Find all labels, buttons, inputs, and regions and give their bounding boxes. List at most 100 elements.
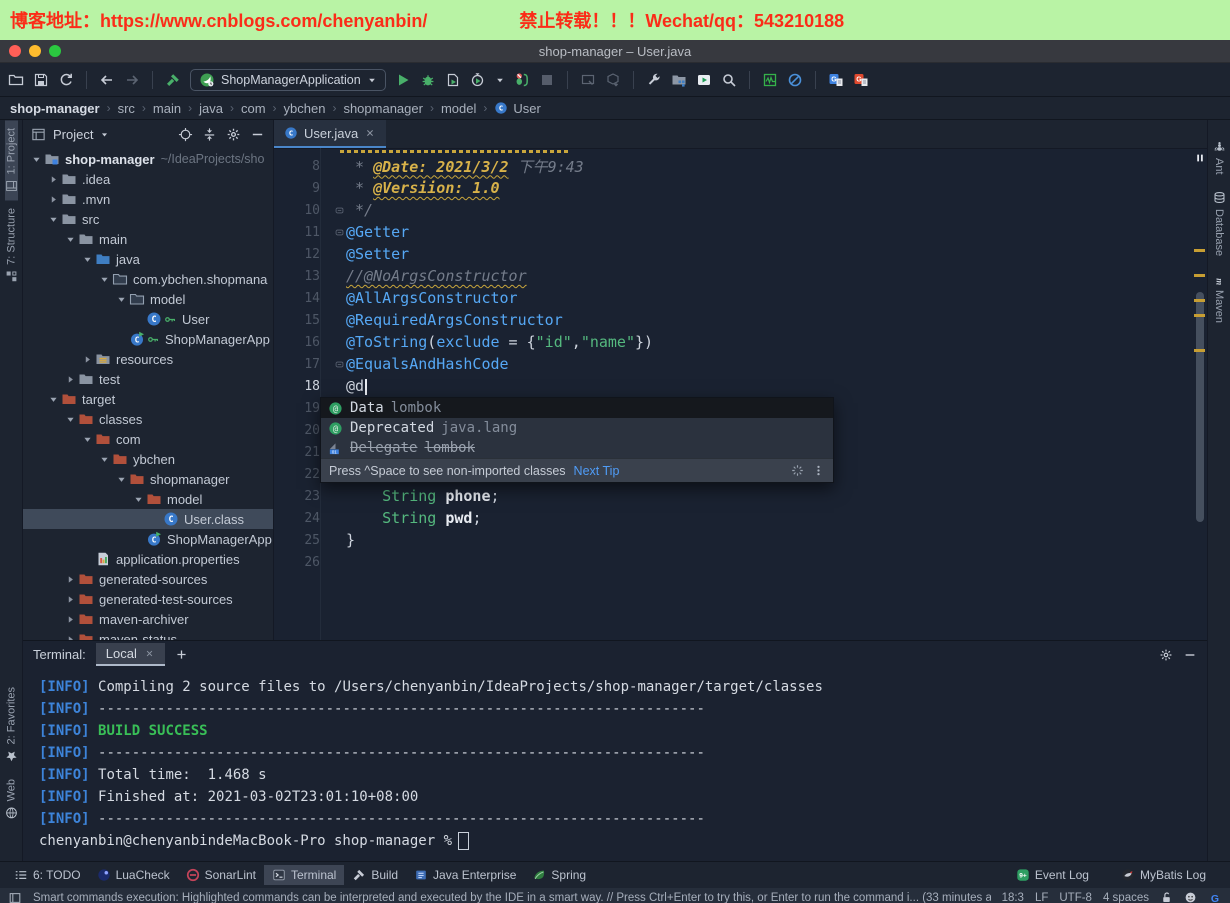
breadcrumb-item-main[interactable]: main	[153, 101, 181, 116]
toolwindow-button-java-enterprise[interactable]: Java Enterprise	[406, 865, 524, 885]
tree-item[interactable]: src	[23, 209, 273, 229]
inspections-paused-icon[interactable]	[1194, 151, 1206, 169]
prohibit-icon[interactable]	[787, 72, 803, 88]
arrow-open-icon[interactable]	[116, 474, 127, 485]
fold-icon[interactable]	[334, 227, 345, 238]
translate-red-icon[interactable]: G	[853, 72, 869, 88]
arrow-closed-icon[interactable]	[65, 574, 76, 585]
toolwindow-button-luacheck[interactable]: LuaCheck	[89, 865, 178, 885]
warning-stripe-mark[interactable]	[1194, 349, 1205, 352]
tree-item[interactable]: java	[23, 249, 273, 269]
gear-icon[interactable]	[1159, 648, 1173, 662]
tree-item[interactable]: CUser.class	[23, 509, 273, 529]
toolwindow-button-maven[interactable]: mMaven	[1213, 264, 1226, 331]
tree-item[interactable]: maven-status	[23, 629, 273, 640]
translate-blue-icon[interactable]: G	[828, 72, 844, 88]
tree-item[interactable]: target	[23, 389, 273, 409]
run-icon[interactable]	[395, 72, 411, 88]
close-icon[interactable]	[144, 648, 155, 659]
warning-stripe-mark[interactable]	[1194, 299, 1205, 302]
attach-profiler-icon[interactable]	[514, 72, 530, 88]
grazie-face-icon[interactable]	[1184, 891, 1197, 903]
google-icon[interactable]: G	[1208, 891, 1222, 903]
minimize-icon[interactable]	[1183, 648, 1197, 662]
status-field[interactable]: 18:3	[1002, 892, 1024, 903]
toolwindow-button-sonarlint[interactable]: SonarLint	[178, 865, 264, 885]
tree-item[interactable]: CUser	[23, 309, 273, 329]
tree-item[interactable]: .idea	[23, 169, 273, 189]
toolwindow-button-web[interactable]: Web	[5, 771, 18, 827]
arrow-open-icon[interactable]	[48, 214, 59, 225]
completion-item-delegate[interactable]: 01Delegatelombok	[321, 438, 833, 458]
kebab-menu-icon[interactable]	[812, 464, 825, 477]
next-tip-link[interactable]: Next Tip	[574, 464, 620, 478]
breadcrumb-item-shop-manager[interactable]: shop-manager	[10, 101, 100, 116]
profiler-icon[interactable]	[470, 72, 486, 88]
lock-open-icon[interactable]	[1160, 891, 1173, 903]
fold-icon[interactable]	[334, 205, 345, 216]
tree-item[interactable]: generated-test-sources	[23, 589, 273, 609]
tree-item[interactable]: CShopManagerApp	[23, 529, 273, 549]
arrow-open-icon[interactable]	[31, 154, 42, 165]
debug-icon[interactable]	[420, 72, 436, 88]
gear-icon[interactable]	[226, 127, 241, 142]
arrow-closed-icon[interactable]	[65, 374, 76, 385]
tree-item[interactable]: shopmanager	[23, 469, 273, 489]
arrow-closed-icon[interactable]	[65, 594, 76, 605]
tree-item[interactable]: model	[23, 289, 273, 309]
breadcrumb-item-model[interactable]: model	[441, 101, 476, 116]
code-area[interactable]: 8 * @Date: 2021/3/2 下午9:439 * @Versiion:…	[274, 148, 1193, 640]
arrow-closed-icon[interactable]	[48, 194, 59, 205]
chevron-down-icon[interactable]	[100, 130, 109, 139]
monitor-icon[interactable]	[762, 72, 778, 88]
tree-item[interactable]: test	[23, 369, 273, 389]
screenshot-icon[interactable]	[580, 72, 596, 88]
tab-user-java[interactable]: C User.java	[274, 120, 386, 148]
kebab-icon[interactable]	[812, 464, 825, 477]
arrow-open-icon[interactable]	[82, 254, 93, 265]
arrow-open-icon[interactable]	[133, 494, 144, 505]
caret-down-icon[interactable]	[495, 75, 505, 85]
toolwindow-button-spring[interactable]: Spring	[524, 865, 594, 885]
toggle-panels-icon[interactable]	[8, 891, 22, 903]
toolwindow-button--project[interactable]: 1: Project	[5, 120, 18, 200]
hide-panel-icon[interactable]	[250, 127, 265, 142]
forward-arrow-icon[interactable]	[124, 72, 140, 88]
editor-scrollbar-thumb[interactable]	[1196, 292, 1204, 522]
terminal-prompt[interactable]: chenyanbin@chenyanbindeMacBook-Pro shop-…	[39, 830, 1191, 852]
editor[interactable]: C User.java 8 * @Date: 2021/3/2 下午9:439 …	[274, 120, 1207, 640]
wrench-icon[interactable]	[646, 72, 662, 88]
completion-item-data[interactable]: @Datalombok	[321, 398, 833, 418]
completion-item-deprecated[interactable]: @Deprecatedjava.lang	[321, 418, 833, 438]
tree-item[interactable]: model	[23, 489, 273, 509]
terminal-tab-local[interactable]: Local	[96, 643, 165, 666]
status-field[interactable]: UTF-8	[1059, 892, 1092, 903]
tree-item[interactable]: main	[23, 229, 273, 249]
toolwindow-button-ant[interactable]: Ant	[1213, 132, 1226, 183]
arrow-closed-icon[interactable]	[48, 174, 59, 185]
arrow-open-icon[interactable]	[99, 454, 110, 465]
google-icon[interactable]: G	[1208, 891, 1222, 903]
arrow-open-icon[interactable]	[99, 274, 110, 285]
tree-item[interactable]: generated-sources	[23, 569, 273, 589]
arrow-closed-icon[interactable]	[82, 354, 93, 365]
back-arrow-icon[interactable]	[99, 72, 115, 88]
tree-item[interactable]: classes	[23, 409, 273, 429]
open-folder-icon[interactable]	[8, 72, 24, 88]
collapse-all-icon[interactable]	[202, 127, 217, 142]
toolwindow-button-terminal[interactable]: Terminal	[264, 865, 344, 885]
run-anything-icon[interactable]	[696, 72, 712, 88]
toolwindow-button-build[interactable]: Build	[344, 865, 406, 885]
warning-stripe-mark[interactable]	[1194, 249, 1205, 252]
tree-item[interactable]: maven-archiver	[23, 609, 273, 629]
tree-item[interactable]: com.ybchen.shopmana	[23, 269, 273, 289]
terminal-output[interactable]: [INFO] Compiling 2 source files to /User…	[23, 668, 1207, 861]
save-icon[interactable]	[33, 72, 49, 88]
arrow-open-icon[interactable]	[116, 294, 127, 305]
run-configuration-select[interactable]: ShopManagerApplication	[190, 69, 386, 91]
download-box-icon[interactable]	[605, 72, 621, 88]
tree-item[interactable]: ybchen	[23, 449, 273, 469]
arrow-open-icon[interactable]	[48, 394, 59, 405]
plus-icon[interactable]	[175, 648, 188, 661]
coverage-icon[interactable]	[445, 72, 461, 88]
